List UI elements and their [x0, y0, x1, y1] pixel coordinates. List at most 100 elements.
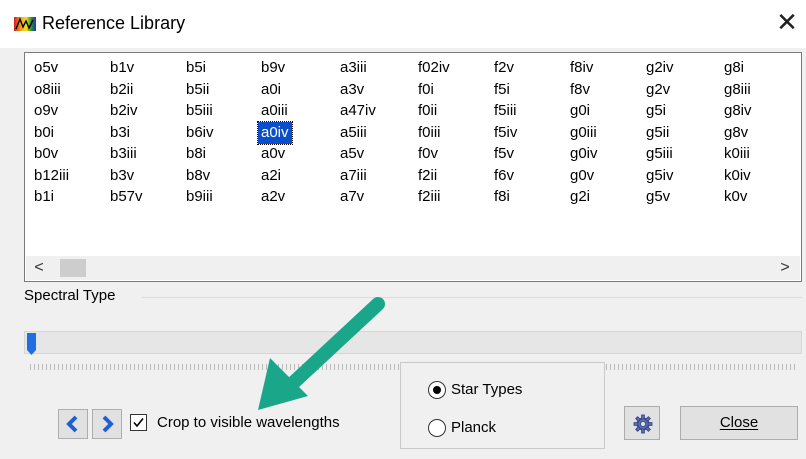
- checkbox-box[interactable]: [130, 414, 147, 431]
- list-item[interactable]: f8i: [494, 186, 510, 208]
- scroll-right-button[interactable]: >: [774, 256, 796, 280]
- list-item[interactable]: b1i: [34, 186, 54, 208]
- list-item[interactable]: g2iv: [646, 57, 674, 79]
- group-divider: [142, 297, 802, 298]
- list-item[interactable]: g8iv: [724, 100, 752, 122]
- list-item[interactable]: f02iv: [418, 57, 450, 79]
- list-item[interactable]: a5v: [340, 143, 364, 165]
- list-item[interactable]: a47iv: [340, 100, 376, 122]
- list-item[interactable]: f0ii: [418, 100, 437, 122]
- list-item[interactable]: a0v: [261, 143, 285, 165]
- list-item[interactable]: b8i: [186, 143, 206, 165]
- chevron-right-icon: [102, 415, 114, 433]
- list-item-selected[interactable]: a0iv: [257, 120, 293, 145]
- settings-button[interactable]: [624, 406, 660, 440]
- title-bar: Reference Library ✕: [0, 0, 806, 48]
- list-item[interactable]: f2ii: [418, 165, 437, 187]
- window-close-button[interactable]: ✕: [774, 9, 800, 35]
- close-button[interactable]: Close: [680, 406, 798, 440]
- list-item[interactable]: f0v: [418, 143, 438, 165]
- list-item[interactable]: a5iii: [340, 122, 367, 144]
- list-item[interactable]: f5iii: [494, 100, 517, 122]
- list-item[interactable]: b2ii: [110, 79, 133, 101]
- list-item[interactable]: o5v: [34, 57, 58, 79]
- radio-selected-dot: [433, 386, 441, 394]
- list-item[interactable]: f5v: [494, 143, 514, 165]
- list-item[interactable]: g5i: [646, 100, 666, 122]
- list-item[interactable]: g0iv: [570, 143, 598, 165]
- list-item[interactable]: b1v: [110, 57, 134, 79]
- list-item[interactable]: a7v: [340, 186, 364, 208]
- list-item[interactable]: f5i: [494, 79, 510, 101]
- previous-button[interactable]: [58, 409, 88, 439]
- checkmark-icon: [133, 418, 144, 428]
- chevron-left-icon: [66, 415, 78, 433]
- radio-star-types-label: Star Types: [451, 381, 523, 398]
- list-item[interactable]: o9v: [34, 100, 58, 122]
- list-item[interactable]: f8iv: [570, 57, 593, 79]
- radio-planck-circle[interactable]: [428, 419, 446, 437]
- list-item[interactable]: b6iv: [186, 122, 214, 144]
- list-item[interactable]: b2iv: [110, 100, 138, 122]
- list-item[interactable]: b0v: [34, 143, 58, 165]
- list-item[interactable]: b3iii: [110, 143, 137, 165]
- gear-icon: [633, 414, 653, 434]
- list-item[interactable]: a2i: [261, 165, 281, 187]
- list-item[interactable]: g5v: [646, 186, 670, 208]
- list-item[interactable]: a3iii: [340, 57, 367, 79]
- list-item[interactable]: b5ii: [186, 79, 209, 101]
- list-item[interactable]: g0v: [570, 165, 594, 187]
- reference-library-window: Reference Library ✕ o5v o8iii o9v b0i b0v b12…: [0, 0, 806, 459]
- spectrum-source-group: Star Types Planck: [400, 362, 605, 449]
- list-item[interactable]: k0iii: [724, 143, 750, 165]
- list-item[interactable]: g5ii: [646, 122, 669, 144]
- list-item[interactable]: k0iv: [724, 165, 751, 187]
- scroll-left-button[interactable]: <: [28, 256, 50, 280]
- list-item[interactable]: k0v: [724, 186, 747, 208]
- window-title: Reference Library: [42, 13, 186, 33]
- app-spectrum-icon: [14, 17, 36, 31]
- list-item[interactable]: b3v: [110, 165, 134, 187]
- reference-list[interactable]: o5v o8iii o9v b0i b0v b12iii b1i b1v b2ii b2iv b3i…: [24, 52, 802, 282]
- list-item[interactable]: o8iii: [34, 79, 61, 101]
- list-item[interactable]: b3i: [110, 122, 130, 144]
- horizontal-scrollbar[interactable]: < >: [26, 256, 800, 280]
- list-item[interactable]: g2v: [646, 79, 670, 101]
- list-item[interactable]: f2iii: [418, 186, 441, 208]
- spectral-type-slider-track[interactable]: [24, 331, 802, 354]
- scrollbar-thumb[interactable]: [60, 259, 86, 277]
- list-item[interactable]: a7iii: [340, 165, 367, 187]
- spectral-type-slider-thumb[interactable]: [27, 333, 36, 355]
- list-item[interactable]: g0i: [570, 100, 590, 122]
- list-item[interactable]: a3v: [340, 79, 364, 101]
- annotation-arrow-icon: [258, 297, 385, 410]
- next-button[interactable]: [92, 409, 122, 439]
- list-item[interactable]: f5iv: [494, 122, 517, 144]
- list-item[interactable]: g8iii: [724, 79, 751, 101]
- list-item[interactable]: g2i: [570, 186, 590, 208]
- list-item[interactable]: b57v: [110, 186, 143, 208]
- crop-visible-label: Crop to visible wavelengths: [157, 414, 340, 431]
- list-item[interactable]: a2v: [261, 186, 285, 208]
- list-item[interactable]: g5iv: [646, 165, 674, 187]
- list-item[interactable]: g8i: [724, 57, 744, 79]
- list-item[interactable]: g0iii: [570, 122, 597, 144]
- list-item[interactable]: g8v: [724, 122, 748, 144]
- list-item[interactable]: b12iii: [34, 165, 69, 187]
- radio-star-types-circle[interactable]: [428, 381, 446, 399]
- list-item[interactable]: f0iii: [418, 122, 441, 144]
- list-item[interactable]: b5iii: [186, 100, 213, 122]
- list-item[interactable]: f0i: [418, 79, 434, 101]
- list-item[interactable]: a0iii: [261, 100, 288, 122]
- spectral-type-label: Spectral Type: [24, 287, 116, 304]
- list-item[interactable]: b9iii: [186, 186, 213, 208]
- list-item[interactable]: b5i: [186, 57, 206, 79]
- list-item[interactable]: f8v: [570, 79, 590, 101]
- list-item[interactable]: b0i: [34, 122, 54, 144]
- list-item[interactable]: g5iii: [646, 143, 673, 165]
- list-item[interactable]: b9v: [261, 57, 285, 79]
- list-item[interactable]: f6v: [494, 165, 514, 187]
- list-item[interactable]: a0i: [261, 79, 281, 101]
- list-item[interactable]: f2v: [494, 57, 514, 79]
- list-item[interactable]: b8v: [186, 165, 210, 187]
